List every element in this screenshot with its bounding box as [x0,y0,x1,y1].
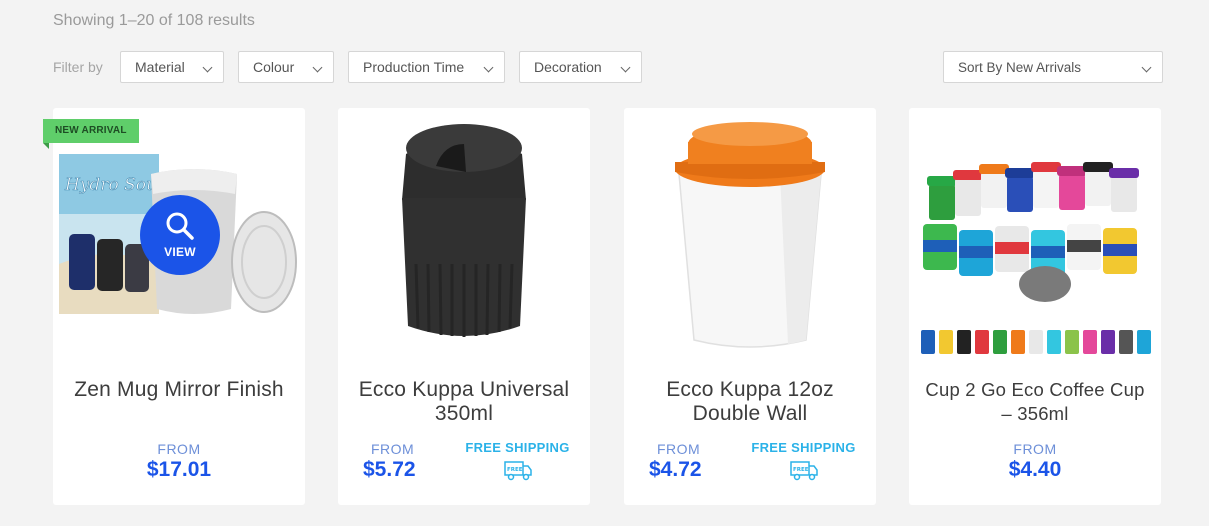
price-from-label: FROM [657,441,701,457]
product-card[interactable]: Hydro Soul NEW ARRIVAL VIEW Zen Mug Mirr… [43,108,305,505]
filter-label: Filter by [53,59,103,75]
svg-text:FREE: FREE [793,467,809,473]
hydro-soul-logo-text: Hydro Soul [64,175,162,195]
sort-dropdown[interactable]: Sort By New Arrivals [943,51,1163,83]
chevron-down-icon [483,62,494,73]
product-price: $4.72 [649,458,702,481]
colour-filter-dropdown[interactable]: Colour [238,51,334,83]
product-title[interactable]: Zen Mug Mirror Finish [63,378,295,402]
price-from-label: FROM [371,441,415,457]
product-price: $5.72 [363,458,416,481]
search-icon [166,212,194,240]
colorful-cups-image[interactable] [915,114,1155,364]
product-price: $17.01 [146,458,212,481]
decoration-filter-label: Decoration [534,59,602,75]
free-shipping-badge: FREE SHIPPING FREE [751,440,856,482]
free-shipping-badge: FREE SHIPPING FREE [465,440,570,482]
product-card[interactable]: Cup 2 Go Eco Coffee Cup – 356ml FROM $4.… [909,108,1161,505]
product-price: $4.40 [1008,458,1062,481]
price-from-label: FROM [1013,441,1057,457]
svg-text:FREE: FREE [507,467,523,473]
price-from-label: FROM [157,441,201,457]
production-time-filter-label: Production Time [363,59,465,75]
chevron-down-icon [620,62,631,73]
decoration-filter-dropdown[interactable]: Decoration [519,51,642,83]
free-shipping-label: FREE SHIPPING [465,440,570,455]
chevron-down-icon [1141,62,1152,73]
product-title[interactable]: Ecco Kuppa 12oz Double Wall [634,378,866,426]
delivery-truck-icon: FREE [789,461,818,481]
quick-view-button[interactable]: VIEW [140,195,220,275]
new-arrival-badge: NEW ARRIVAL [43,119,139,149]
material-filter-label: Material [135,59,185,75]
product-card[interactable]: Ecco Kuppa Universal 350ml FROM $5.72 FR… [338,108,590,505]
delivery-truck-icon: FREE [503,461,532,481]
product-card[interactable]: Ecco Kuppa 12oz Double Wall FROM $4.72 F… [624,108,876,505]
material-filter-dropdown[interactable]: Material [120,51,224,83]
product-title[interactable]: Cup 2 Go Eco Coffee Cup – 356ml [919,378,1151,426]
sort-selected-label: Sort By New Arrivals [958,59,1082,75]
results-count: Showing 1–20 of 108 results [53,12,255,29]
chevron-down-icon [202,62,213,73]
chevron-down-icon [312,62,323,73]
production-time-filter-dropdown[interactable]: Production Time [348,51,505,83]
colour-filter-label: Colour [253,59,295,75]
view-label: VIEW [164,245,196,259]
white-orange-cup-image[interactable] [630,114,870,364]
free-shipping-label: FREE SHIPPING [751,440,856,455]
black-cup-image[interactable] [344,114,584,364]
product-title[interactable]: Ecco Kuppa Universal 350ml [348,378,580,426]
